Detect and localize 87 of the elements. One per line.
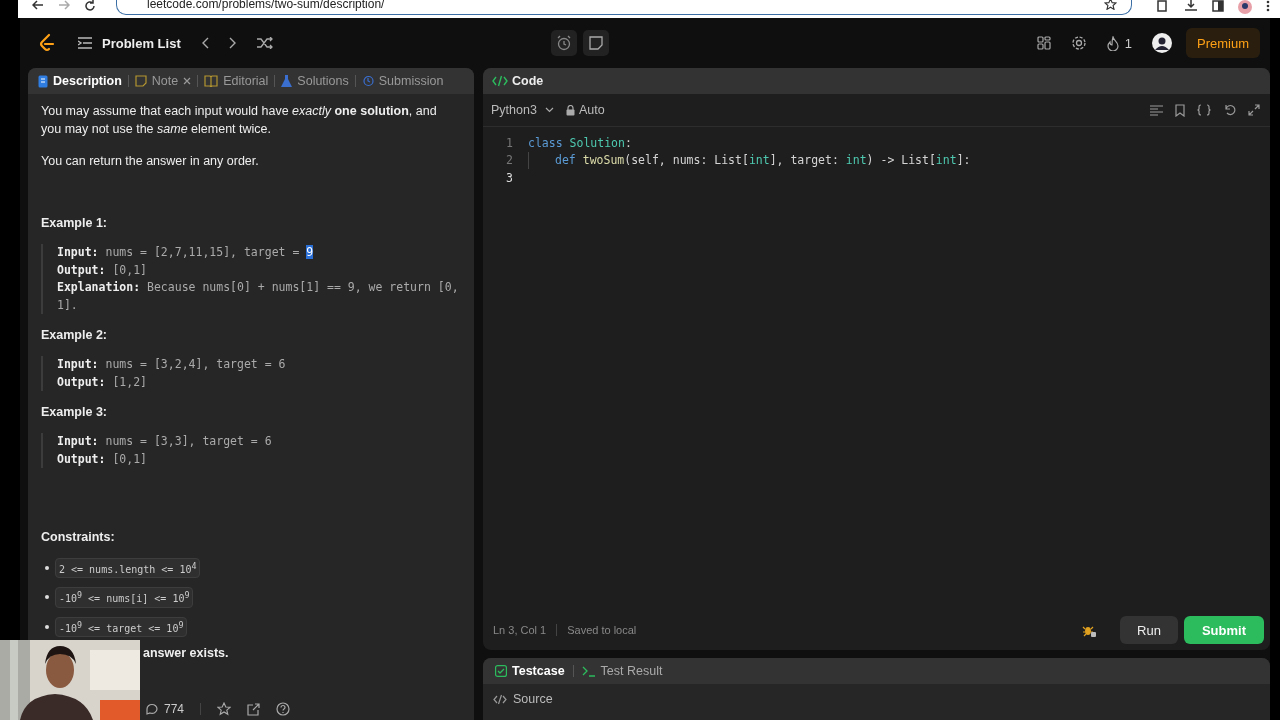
panel-tab[interactable]: Submission — [361, 74, 444, 88]
constraint-code: 2 <= nums.length <= 10$^{4}$ — [55, 558, 201, 579]
flask-icon — [281, 74, 293, 88]
checkbox-icon — [495, 665, 507, 677]
chevron-down-icon — [544, 107, 554, 113]
layout-icon[interactable] — [1036, 36, 1051, 50]
panel-tab[interactable]: Solutions — [281, 74, 349, 88]
terminal-icon — [581, 665, 596, 677]
document-icon — [38, 74, 48, 88]
cursor-position: Ln 3, Col 1 — [493, 624, 547, 636]
undo-icon[interactable] — [1223, 104, 1236, 116]
line-number: 1 — [505, 135, 513, 150]
bullet-icon — [45, 624, 49, 629]
star-icon[interactable] — [1104, 0, 1117, 10]
panel-title: Code — [512, 74, 544, 88]
menu-icon[interactable] — [1266, 0, 1270, 12]
avatar-icon[interactable] — [1152, 33, 1172, 53]
close-icon[interactable] — [183, 77, 192, 85]
settings-icon[interactable] — [1070, 35, 1087, 51]
example-line: Input: nums = [3,2,4], target = 6 — [57, 356, 287, 373]
comment-icon[interactable] — [146, 703, 158, 715]
lock-icon — [565, 104, 575, 116]
reload-icon[interactable] — [84, 0, 96, 12]
notes-button[interactable] — [582, 30, 609, 56]
example-line: Input: nums = [3,3], target = 6 — [57, 433, 273, 450]
book-icon — [204, 75, 219, 87]
example-title: Example 3: — [41, 405, 108, 419]
share-icon[interactable] — [247, 702, 261, 716]
star-icon[interactable] — [217, 702, 232, 716]
example-line: Output: [0,1] — [57, 450, 148, 468]
constraint-code: -10$^{9}$ <= nums[i] <= 10$^{9}$ — [55, 587, 194, 608]
expand-icon[interactable] — [1248, 104, 1260, 116]
code-line: class Solution: — [528, 135, 632, 150]
note-icon — [588, 36, 603, 50]
save-status: Saved to local — [567, 624, 637, 636]
description-text: You may assume that each input would have exactly one solution, and you may not use the same element twice. — [41, 103, 438, 138]
example-title: Example 1: — [41, 216, 108, 230]
panel-tab[interactable]: Editorial — [204, 74, 269, 88]
run-button[interactable]: Run — [1120, 616, 1178, 644]
profile-avatar-icon[interactable] — [1238, 0, 1252, 14]
bullet-icon — [45, 595, 49, 600]
logo-icon[interactable] — [38, 33, 56, 53]
help-icon[interactable] — [276, 702, 291, 716]
braces-icon[interactable] — [1197, 104, 1211, 116]
line-number: 3 — [505, 170, 513, 185]
previous-icon[interactable] — [200, 37, 209, 49]
download-icon[interactable] — [1184, 0, 1198, 12]
url-text: leetcode.com/problems/two-sum/description/ — [147, 0, 386, 10]
code-editor[interactable]: 1 class Solution: 2 def twoSum(self, nums: List[int], target: int) -> List[int]: 3 — [483, 127, 1270, 610]
code-line: def twoSum(self, nums: List[int], target: int) -> List[int]: — [555, 153, 971, 168]
panel-tab[interactable]: Test Result — [581, 664, 663, 678]
source-toggle[interactable]: Source — [513, 692, 553, 706]
language-dropdown[interactable]: Python3 — [491, 103, 554, 117]
premium-button[interactable]: Premium — [1186, 28, 1260, 58]
code-icon — [492, 75, 508, 87]
flame-icon[interactable] — [1106, 35, 1119, 51]
panel-tab[interactable]: Description — [38, 74, 122, 88]
address-bar[interactable]: leetcode.com/problems/two-sum/description/ — [116, 0, 1132, 15]
example-line: Explanation: Because nums[0] + nums[1] == 9, we return [0, 1]. — [57, 279, 460, 314]
problem-list-link[interactable]: Problem List — [102, 35, 181, 51]
example-line: Output: [1,2] — [57, 373, 148, 391]
list-icon[interactable] — [78, 37, 92, 49]
timer-button[interactable] — [550, 30, 577, 56]
constraints-title: Constraints: — [41, 530, 116, 544]
constraint-code: -10$^{9}$ <= target <= 10$^{9}$ — [55, 616, 188, 637]
panel-tab[interactable]: Testcase — [495, 664, 565, 678]
format-icon[interactable] — [1150, 104, 1163, 116]
bullet-icon — [45, 566, 49, 571]
example-line: Input: nums = [2,7,11,15], target = 9 — [57, 244, 315, 261]
note-icon — [134, 75, 147, 87]
alarm-clock-icon — [555, 35, 572, 51]
shuffle-icon[interactable] — [256, 37, 273, 49]
panel-tab[interactable]: Note — [134, 74, 192, 88]
back-icon[interactable] — [32, 0, 44, 10]
mode-label: Auto — [578, 103, 605, 117]
example-line: Output: [0,1] — [57, 261, 148, 279]
description-text: answer exists. — [143, 646, 230, 660]
streak-count: 1 — [1124, 35, 1132, 51]
example-title: Example 2: — [41, 328, 108, 342]
next-icon[interactable] — [228, 37, 237, 49]
code-icon[interactable] — [493, 693, 507, 705]
sidebar-icon[interactable] — [1212, 0, 1224, 12]
history-icon — [361, 75, 374, 87]
description-text: You can return the answer in any order. — [41, 153, 260, 170]
bookmark-icon[interactable] — [1175, 103, 1185, 117]
comment-count: 774 — [164, 702, 185, 716]
line-number: 2 — [505, 153, 513, 168]
